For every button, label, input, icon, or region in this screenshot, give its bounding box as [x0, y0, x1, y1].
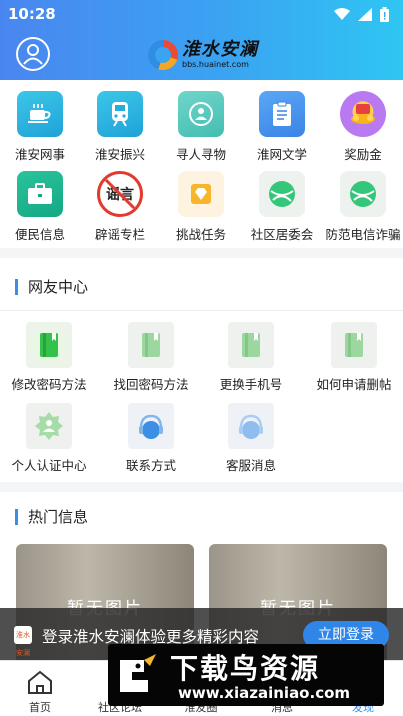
grid-item-huaian-news[interactable]: 淮安网事: [0, 91, 80, 163]
grid-item-label: 挑战任务: [175, 227, 226, 242]
grid-item-rumor[interactable]: 谣言 辟谣专栏: [80, 171, 160, 243]
user-item-change-password[interactable]: 修改密码方法: [0, 322, 98, 393]
watermark: 下载鸟资源 www.xiazainiao.com: [108, 644, 384, 706]
headset-icon: [228, 403, 274, 449]
wifi-icon: [334, 7, 350, 20]
book-icon: [331, 322, 377, 368]
briefcase-icon: [17, 171, 63, 217]
person-search-icon: [178, 91, 224, 137]
tab-label: 首页: [29, 701, 51, 714]
section-divider: [0, 310, 403, 311]
quick-access-grid: 淮安网事 淮安振兴 寻人寻物 淮网文学 奖励金 便民信息 谣言: [0, 80, 403, 248]
grid-item-label: 淮网文学: [256, 147, 307, 162]
grid-item-label: 寻人寻物: [175, 147, 226, 162]
grid-item-huaian-revival[interactable]: 淮安振兴: [80, 91, 160, 163]
train-icon: [97, 91, 143, 137]
globe-icon: [259, 171, 305, 217]
document-icon: [259, 91, 305, 137]
signal-icon: [358, 7, 372, 21]
user-item-label: 个人认证中心: [11, 458, 87, 473]
user-item-recover-password[interactable]: 找回密码方法: [102, 322, 200, 393]
user-item-label: 找回密码方法: [113, 377, 189, 392]
diamond-task-icon: [178, 171, 224, 217]
home-icon: [28, 670, 52, 694]
user-item-verification[interactable]: 个人认证中心: [0, 403, 98, 474]
logo-subtext: bbs.huainet.com: [182, 60, 249, 69]
app-small-icon: 淮水安澜: [14, 626, 32, 657]
grid-item-label: 淮安振兴: [94, 147, 145, 162]
watermark-title: 下载鸟资源: [170, 652, 321, 685]
grid-item-literature[interactable]: 淮网文学: [242, 91, 322, 163]
section-title: 网友中心: [15, 279, 88, 295]
bird-logo-icon: [120, 654, 156, 692]
section-title: 热门信息: [15, 509, 88, 525]
user-item-delete-post[interactable]: 如何申请删帖: [305, 322, 403, 393]
grid-item-convenience[interactable]: 便民信息: [0, 171, 80, 243]
user-item-label: 更换手机号: [219, 377, 283, 392]
logo-text: 淮水安澜: [182, 39, 258, 60]
user-icon: [23, 44, 43, 65]
grid-item-label: 防范电信诈骗: [325, 227, 401, 242]
grid-item-anti-fraud[interactable]: 防范电信诈骗: [323, 171, 403, 243]
reward-gift-icon: [340, 91, 386, 137]
app-header: 10:28 淮水安澜 bbs.huainet.com: [0, 0, 403, 80]
user-item-change-phone[interactable]: 更换手机号: [202, 322, 300, 393]
grid-item-label: 辟谣专栏: [94, 227, 145, 242]
book-icon: [26, 322, 72, 368]
grid-item-lost-found[interactable]: 寻人寻物: [161, 91, 241, 163]
status-icons: [334, 6, 389, 22]
user-item-service-messages[interactable]: 客服消息: [202, 403, 300, 474]
grid-item-label: 社区居委会: [250, 227, 314, 242]
grid-item-label: 便民信息: [14, 227, 65, 242]
user-item-label: 如何申请删帖: [316, 377, 392, 392]
tab-home[interactable]: 首页: [0, 661, 80, 716]
user-item-label: 客服消息: [225, 458, 276, 473]
battery-icon: [380, 6, 389, 22]
grid-item-reward[interactable]: 奖励金: [323, 91, 403, 163]
grid-item-community[interactable]: 社区居委会: [242, 171, 322, 243]
grid-item-label: 奖励金: [344, 147, 382, 162]
grid-item-challenge[interactable]: 挑战任务: [161, 171, 241, 243]
app-logo: 淮水安澜 bbs.huainet.com: [148, 40, 258, 70]
globe-icon: [340, 171, 386, 217]
user-avatar-button[interactable]: [16, 37, 50, 71]
user-item-contact[interactable]: 联系方式: [102, 403, 200, 474]
user-item-label: 联系方式: [125, 458, 176, 473]
book-icon: [228, 322, 274, 368]
book-icon: [128, 322, 174, 368]
watermark-url: www.xiazainiao.com: [178, 684, 351, 702]
no-rumor-icon: 谣言: [97, 171, 143, 217]
headset-icon: [128, 403, 174, 449]
status-bar: 10:28: [8, 4, 389, 24]
verify-badge-icon: [26, 403, 72, 449]
user-center-section: 网友中心 修改密码方法 找回密码方法 更换手机号 如何申请删帖 个人认证中心 联…: [0, 258, 403, 482]
logo-mark: [148, 40, 178, 70]
status-time: 10:28: [8, 5, 56, 23]
user-item-label: 修改密码方法: [11, 377, 87, 392]
teacup-icon: [17, 91, 63, 137]
grid-item-label: 淮安网事: [14, 147, 65, 162]
